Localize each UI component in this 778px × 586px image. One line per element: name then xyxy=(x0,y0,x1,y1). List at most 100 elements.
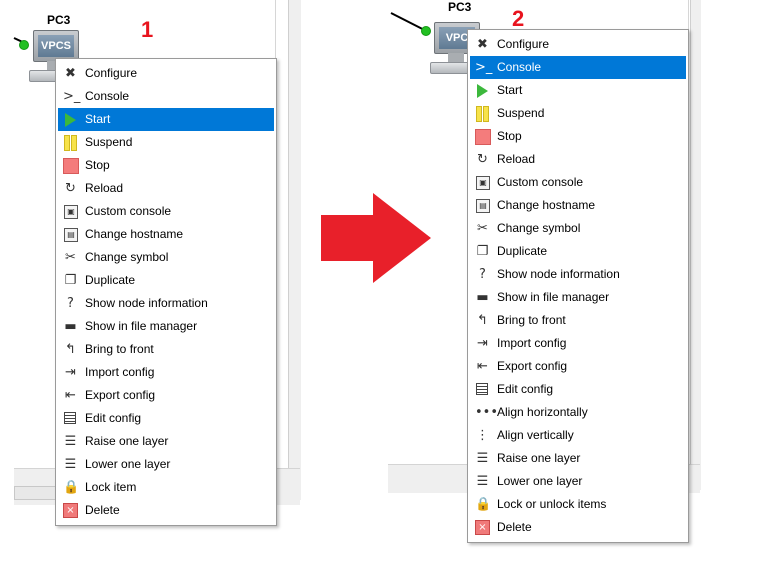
menu-item-label: Reload xyxy=(85,181,124,195)
right-menu-item-delete[interactable]: × Delete xyxy=(470,516,686,539)
start-icon xyxy=(477,84,488,98)
left-menu-item-reload[interactable]: ↻ Reload xyxy=(58,177,274,200)
hostname-icon: ▤ xyxy=(64,228,78,242)
left-node-icon-text: VPCS xyxy=(38,35,74,57)
align-vertical-icon: ⋮ xyxy=(476,428,489,443)
left-menu-item-custom-console[interactable]: ▣ Custom console xyxy=(58,200,274,223)
left-menu-item-lock-item[interactable]: 🔒 Lock item xyxy=(58,476,274,499)
menu-item-label: Show node information xyxy=(497,267,620,281)
console-icon: >_ xyxy=(475,60,493,75)
menu-item-label: Duplicate xyxy=(85,273,136,287)
left-menu-item-export-config[interactable]: ⇤ Export config xyxy=(58,384,274,407)
left-menu-item-import-config[interactable]: ⇥ Import config xyxy=(58,361,274,384)
left-context-menu: ✖ Configure >_ Console Start Suspend Stop ↻ Relo… xyxy=(55,58,277,526)
left-menu-item-show-in-file-manager[interactable]: ▬ Show in file manager xyxy=(58,315,274,338)
edit-config-icon xyxy=(476,383,488,395)
right-menu-item-show-in-file-manager[interactable]: ▬ Show in file manager xyxy=(470,286,686,309)
right-menu-item-bring-to-front[interactable]: ↰ Bring to front xyxy=(470,309,686,332)
left-menu-item-show-node-information[interactable]: ? Show node information xyxy=(58,292,274,315)
menu-item-label: Raise one layer xyxy=(497,451,581,465)
menu-item-label: Lock or unlock items xyxy=(497,497,607,511)
right-menu-item-console[interactable]: >_ Console xyxy=(470,56,686,79)
menu-item-label: Console xyxy=(497,60,542,74)
right-menu-item-export-config[interactable]: ⇤ Export config xyxy=(470,355,686,378)
left-scrollbar[interactable] xyxy=(14,486,56,500)
right-menu-item-configure[interactable]: ✖ Configure xyxy=(470,33,686,56)
left-step-number: 1 xyxy=(141,17,154,42)
left-menu-item-lower-one-layer[interactable]: ☰ Lower one layer xyxy=(58,453,274,476)
left-menu-item-start[interactable]: Start xyxy=(58,108,274,131)
right-menu-item-duplicate[interactable]: ❐ Duplicate xyxy=(470,240,686,263)
left-menu-item-configure[interactable]: ✖ Configure xyxy=(58,62,274,85)
right-menu-item-custom-console[interactable]: ▣ Custom console xyxy=(470,171,686,194)
menu-item-label: Bring to front xyxy=(497,313,566,327)
left-menu-item-raise-one-layer[interactable]: ☰ Raise one layer xyxy=(58,430,274,453)
right-menu-item-edit-config[interactable]: Edit config xyxy=(470,378,686,401)
left-menu-item-change-symbol[interactable]: ✂ Change symbol xyxy=(58,246,274,269)
right-menu-item-import-config[interactable]: ⇥ Import config xyxy=(470,332,686,355)
menu-item-label: Align vertically xyxy=(497,428,574,442)
right-menu-item-suspend[interactable]: Suspend xyxy=(470,102,686,125)
menu-item-label: Edit config xyxy=(497,382,554,396)
raise-layer-icon: ☰ xyxy=(476,451,489,466)
edit-config-icon xyxy=(64,412,76,424)
export-icon: ⇤ xyxy=(65,388,76,403)
left-link-status-icon xyxy=(19,40,29,50)
symbol-icon: ✂ xyxy=(65,250,76,265)
menu-item-label: Console xyxy=(85,89,130,103)
info-icon: ? xyxy=(67,296,74,311)
export-icon: ⇤ xyxy=(477,359,488,374)
reload-icon: ↻ xyxy=(477,152,488,167)
right-menu-item-show-node-information[interactable]: ? Show node information xyxy=(470,263,686,286)
menu-item-label: Lock item xyxy=(85,480,137,494)
lower-layer-icon: ☰ xyxy=(64,457,77,472)
delete-icon: × xyxy=(63,503,78,518)
align-horizontal-icon: ••• xyxy=(475,405,499,420)
left-menu-item-console[interactable]: >_ Console xyxy=(58,85,274,108)
menu-item-label: Stop xyxy=(497,129,522,143)
right-menu-item-reload[interactable]: ↻ Reload xyxy=(470,148,686,171)
console-icon: >_ xyxy=(63,89,81,104)
right-menu-item-stop[interactable]: Stop xyxy=(470,125,686,148)
right-menu-item-lower-one-layer[interactable]: ☰ Lower one layer xyxy=(470,470,686,493)
right-menu-item-change-symbol[interactable]: ✂ Change symbol xyxy=(470,217,686,240)
right-menu-item-lock-or-unlock-items[interactable]: 🔒 Lock or unlock items xyxy=(470,493,686,516)
right-menu-item-align-horizontally[interactable]: ••• Align horizontally xyxy=(470,401,686,424)
left-menu-item-duplicate[interactable]: ❐ Duplicate xyxy=(58,269,274,292)
left-menu-item-suspend[interactable]: Suspend xyxy=(58,131,274,154)
left-menu-item-edit-config[interactable]: Edit config xyxy=(58,407,274,430)
suspend-icon xyxy=(476,106,489,122)
menu-item-label: Custom console xyxy=(497,175,584,189)
left-menu-item-change-hostname[interactable]: ▤ Change hostname xyxy=(58,223,274,246)
menu-item-label: Lower one layer xyxy=(85,457,171,471)
right-menu-item-start[interactable]: Start xyxy=(470,79,686,102)
lower-layer-icon: ☰ xyxy=(476,474,489,489)
menu-item-label: Change hostname xyxy=(85,227,184,241)
lock-icon: 🔒 xyxy=(63,480,80,495)
left-side-panel xyxy=(288,0,301,500)
menu-item-label: Change hostname xyxy=(497,198,596,212)
suspend-icon xyxy=(64,135,77,151)
left-node-label: PC3 xyxy=(47,13,71,27)
right-node-label: PC3 xyxy=(448,0,472,14)
right-menu-item-change-hostname[interactable]: ▤ Change hostname xyxy=(470,194,686,217)
menu-item-label: Show in file manager xyxy=(85,319,198,333)
right-menu-item-align-vertically[interactable]: ⋮ Align vertically xyxy=(470,424,686,447)
right-side-panel xyxy=(690,0,701,490)
menu-item-label: Stop xyxy=(85,158,110,172)
left-menu-item-bring-to-front[interactable]: ↰ Bring to front xyxy=(58,338,274,361)
raise-layer-icon: ☰ xyxy=(64,434,77,449)
wrench-icon: ✖ xyxy=(65,66,76,81)
stop-icon xyxy=(475,129,491,145)
right-menu-item-raise-one-layer[interactable]: ☰ Raise one layer xyxy=(470,447,686,470)
symbol-icon: ✂ xyxy=(477,221,488,236)
info-icon: ? xyxy=(479,267,486,282)
import-icon: ⇥ xyxy=(65,365,76,380)
import-icon: ⇥ xyxy=(477,336,488,351)
left-menu-item-delete[interactable]: × Delete xyxy=(58,499,274,522)
left-menu-item-stop[interactable]: Stop xyxy=(58,154,274,177)
right-screenshot: PC3 VPC 2 ✖ Configure >_ Console Start Suspen… xyxy=(388,0,701,586)
menu-item-label: Import config xyxy=(85,365,155,379)
menu-item-label: Change symbol xyxy=(85,250,169,264)
custom-console-icon: ▣ xyxy=(476,176,490,190)
